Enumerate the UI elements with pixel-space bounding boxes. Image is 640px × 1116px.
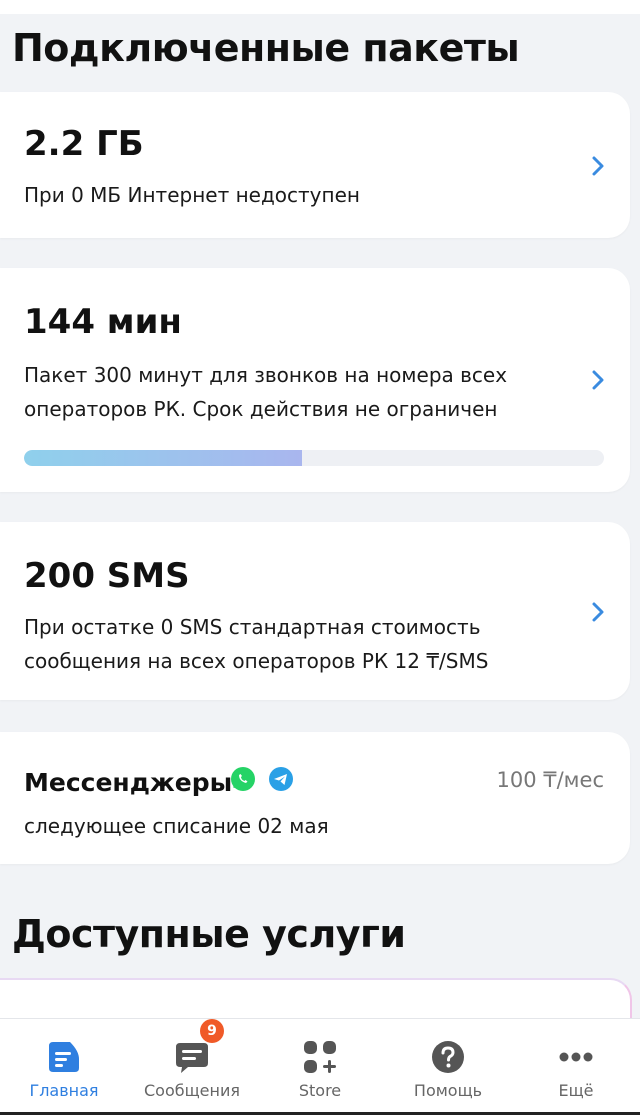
package-amount: 2.2 ГБ (24, 124, 144, 164)
tab-label: Сообщения (143, 1081, 240, 1100)
package-card-internet[interactable]: 2.2 ГБ При 0 МБ Интернет недоступен (0, 92, 630, 238)
messages-badge: 9 (200, 1019, 224, 1043)
section-title-connected: Подключенные пакеты (12, 26, 520, 70)
messenger-icons (230, 766, 294, 792)
minutes-progress-fill (24, 450, 303, 466)
messengers-price: 100 ₸/мес (496, 768, 604, 792)
messengers-title: Мессенджеры (24, 768, 233, 797)
more-icon (559, 1052, 593, 1062)
messengers-card[interactable]: Мессенджеры 100 ₸/мес следующее списание… (0, 732, 630, 864)
status-bar-area (0, 0, 640, 14)
package-amount: 144 мин (24, 302, 182, 342)
chevron-right-icon (592, 602, 604, 622)
tab-help[interactable]: Помощь (384, 1019, 512, 1116)
tab-messages[interactable]: 9 Сообщения (128, 1019, 256, 1116)
whatsapp-icon (231, 767, 255, 791)
chevron-right-icon (592, 370, 604, 390)
minutes-progress-bar (24, 450, 604, 466)
package-description: При остатке 0 SMS стандартная стоимость … (24, 615, 489, 673)
package-description: При 0 МБ Интернет недоступен (24, 183, 360, 207)
chat-icon (176, 1043, 208, 1073)
tab-more[interactable]: Ещё (512, 1019, 640, 1116)
bottom-tab-bar: Главная 9 Сообщения Store Помощь Ещё (0, 1018, 640, 1116)
messengers-next-charge: следующее списание 02 мая (24, 814, 329, 838)
package-amount: 200 SMS (24, 556, 190, 596)
tab-label: Главная (29, 1081, 99, 1100)
chevron-right-icon (592, 156, 604, 176)
home-card-icon (49, 1042, 79, 1072)
store-grid-icon (304, 1041, 336, 1073)
help-icon (432, 1041, 464, 1073)
tab-label: Store (298, 1081, 342, 1100)
package-card-sms[interactable]: 200 SMS При остатке 0 SMS стандартная ст… (0, 522, 630, 700)
tab-label: Ещё (558, 1081, 594, 1100)
tab-store[interactable]: Store (256, 1019, 384, 1116)
package-card-minutes[interactable]: 144 мин Пакет 300 минут для звонков на н… (0, 268, 630, 492)
tab-home[interactable]: Главная (0, 1019, 128, 1116)
tab-label: Помощь (413, 1081, 483, 1100)
section-title-available: Доступные услуги (12, 912, 406, 956)
package-description: Пакет 300 минут для звонков на номера вс… (24, 363, 508, 421)
telegram-icon (269, 767, 293, 791)
